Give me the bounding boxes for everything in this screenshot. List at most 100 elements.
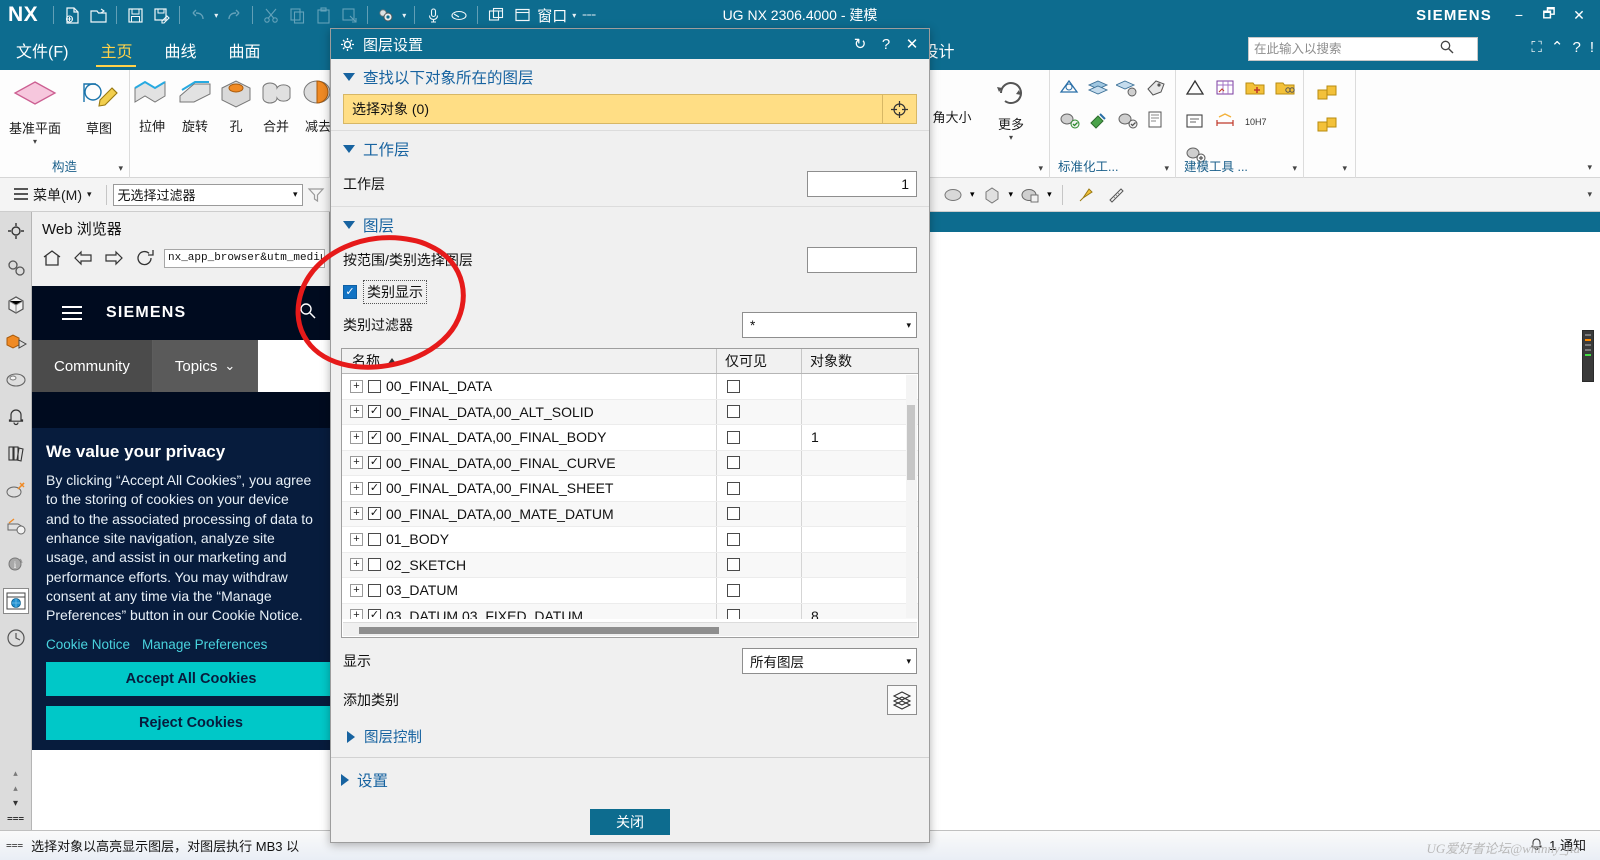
cascade-windows-icon[interactable] [483,2,509,28]
table-row[interactable]: +03_DATUM,03_FIXED_DATUM 8 [342,603,918,619]
eraser-icon[interactable] [446,2,472,28]
ribbon-search-box[interactable] [1248,37,1478,61]
accept-all-cookies-button[interactable]: Accept All Cookies [46,661,330,696]
layer-table[interactable]: 名称 仅可见 对象数 +00_FINAL_DATA+00_FINAL_DATA,… [341,348,919,638]
paint-color-icon[interactable] [1087,110,1109,135]
table-row[interactable]: +00_FINAL_DATA [342,374,918,400]
visible-only-cell[interactable] [717,425,802,450]
assembly-navigator-icon[interactable] [3,218,29,244]
hd3d-tools-icon[interactable] [3,366,29,392]
shaded-view-icon[interactable] [979,182,1005,208]
status-collapse-icon[interactable]: ⩶ [6,840,23,851]
copy-icon[interactable] [284,2,310,28]
check-geometry-icon[interactable] [1058,78,1080,103]
layer-enabled-checkbox[interactable] [368,379,381,393]
section-header-work-layer[interactable]: 工作层 [331,130,929,166]
spreadsheet-icon[interactable] [1214,78,1236,103]
select-object-icon[interactable] [883,94,917,124]
help-icon[interactable]: ? [873,31,899,57]
alert-icon[interactable]: ! [1590,39,1594,56]
tolerance-icon[interactable]: 10H7 [1244,111,1268,136]
layer-name-cell[interactable]: +00_FINAL_DATA,00_FINAL_BODY [342,425,717,450]
visible-only-cell[interactable] [717,399,802,424]
visible-only-cell[interactable] [717,374,802,399]
column-header-object-count[interactable]: 对象数 [802,349,918,373]
dimension-icon[interactable] [1214,111,1236,136]
manage-preferences-link[interactable]: Manage Preferences [142,637,267,652]
visible-only-cell[interactable] [717,476,802,501]
display-dropdown[interactable]: 所有图层 ▾ [742,648,917,674]
table-row[interactable]: +01_BODY [342,527,918,553]
help-icon[interactable]: ? [1572,39,1580,56]
column-header-visible-only[interactable]: 仅可见 [717,349,802,373]
site-menu-icon[interactable] [62,306,82,320]
scrollbar-thumb[interactable] [907,405,915,480]
minimize-button[interactable]: − [1504,0,1534,30]
layer-name-cell[interactable]: +00_FINAL_DATA [342,374,717,399]
layers-icon[interactable] [887,685,917,715]
forward-icon[interactable] [102,246,126,270]
reject-cookies-button[interactable]: Reject Cookies [46,705,330,740]
close-icon[interactable]: ✕ [899,31,925,57]
expand-plus-icon[interactable]: + [350,430,363,444]
layers-stack-icon[interactable] [1087,78,1109,103]
url-input[interactable]: nx_app_browser&utm_medium [164,248,325,268]
chevron-down-icon[interactable]: ▾ [293,189,298,200]
undo-icon[interactable] [185,2,211,28]
range-category-input[interactable] [807,247,917,273]
corner-size-button[interactable]: 角大小 [924,104,980,126]
category-display-row[interactable]: 类别显示 [331,278,929,307]
new-file-icon[interactable] [59,2,85,28]
visible-only-cell[interactable] [717,552,802,577]
scroll-up-caret[interactable]: ▴ [13,768,18,779]
info-icon[interactable]: i [3,551,29,577]
section-header-find-layers[interactable]: 查找以下对象所在的图层 [331,59,929,94]
collapse-ribbon-icon[interactable]: ⌃ [1551,38,1564,56]
layer-enabled-checkbox[interactable] [368,507,381,521]
system-scenes-icon[interactable] [3,477,29,503]
visible-only-checkbox[interactable] [727,379,740,393]
visible-only-cell[interactable] [717,578,802,603]
back-icon[interactable] [71,246,95,270]
home-icon[interactable] [40,246,64,270]
layer-enabled-checkbox[interactable] [368,558,381,572]
paintbrush-icon[interactable] [1073,182,1099,208]
select-object-field[interactable]: 选择对象 (0) [343,94,883,124]
expand-plus-icon[interactable]: + [350,405,363,419]
table-row[interactable]: +00_FINAL_DATA,00_FINAL_SHEET [342,476,918,502]
layer-name-cell[interactable]: +00_FINAL_DATA,00_FINAL_SHEET [342,476,717,501]
layer-enabled-checkbox[interactable] [368,456,381,470]
expand-plus-icon[interactable]: + [350,583,363,597]
visible-only-checkbox[interactable] [727,583,740,597]
visible-only-cell[interactable] [717,603,802,619]
search-icon[interactable] [1439,39,1455,60]
layer-name-cell[interactable]: +00_FINAL_DATA,00_MATE_DATUM [342,501,717,526]
window-menu-label[interactable]: 窗口 [535,5,569,26]
table-row[interactable]: +00_FINAL_DATA,00_FINAL_CURVE [342,450,918,476]
close-window-button[interactable]: ✕ [1564,0,1594,30]
object-check-icon[interactable] [1116,110,1138,135]
datum-plane-button[interactable]: 基准平面 ▾ [4,76,66,146]
layer-enabled-checkbox[interactable] [368,430,381,444]
system-materials-icon[interactable] [3,514,29,540]
render-style-icon[interactable] [1017,182,1043,208]
layer-name-cell[interactable]: +02_SKETCH [342,552,717,577]
work-layer-input[interactable]: 1 [807,171,917,197]
scroll-up-caret-2[interactable]: ▴ [13,783,18,794]
web-browser-icon[interactable] [2,588,29,614]
redo-icon[interactable] [221,2,247,28]
site-nav-topics[interactable]: Topics ⌄ [152,340,259,392]
table-row[interactable]: +00_FINAL_DATA,00_ALT_SOLID [342,399,918,425]
extrude-button[interactable]: 拉伸 [130,76,174,135]
ribbon-overflow-caret[interactable]: ▾ [1587,162,1592,173]
layer-name-cell[interactable]: +00_FINAL_DATA,00_FINAL_CURVE [342,450,717,475]
column-header-name[interactable]: 名称 [342,349,717,373]
visible-only-checkbox[interactable] [727,558,740,572]
microphone-icon[interactable] [420,2,446,28]
save-as-icon[interactable] [148,2,174,28]
history-books-icon[interactable] [3,440,29,466]
overflow-caret[interactable]: ⩶ [7,813,24,824]
folder-remove-icon[interactable] [1274,78,1296,103]
save-icon[interactable] [122,2,148,28]
notification-bell-icon[interactable] [3,403,29,429]
